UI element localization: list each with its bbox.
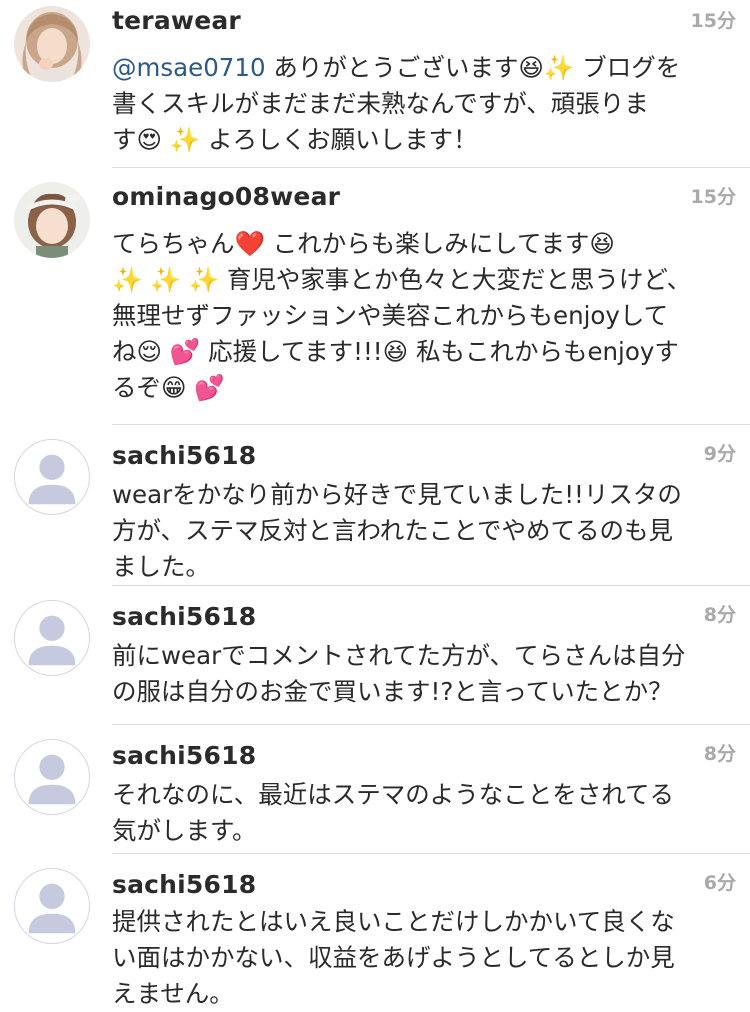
- profile-photo-child-icon: [14, 182, 90, 258]
- comment-line: 提供されたとはいえ良いことだけしかかいて良くな: [112, 907, 675, 936]
- avatar[interactable]: [14, 868, 90, 944]
- comment-item: sachi5618 8分 それなのに、最近はステマのようなことをされてる 気がし…: [0, 725, 750, 853]
- default-avatar-icon: [28, 883, 76, 934]
- avatar[interactable]: [14, 439, 90, 515]
- comment-line: ね😌 💕 応援してます!!!😆 私もこれからもenjoyす: [112, 337, 679, 366]
- comment-username[interactable]: sachi5618: [112, 602, 256, 631]
- user-mention[interactable]: @msae0710: [112, 53, 266, 82]
- comment-line: それなのに、最近はステマのようなことをされてる: [112, 780, 675, 809]
- comment-text: てらちゃん❤️ これからも楽しみにしてます😆 ✨ ✨ ✨ 育児や家事とか色々と大…: [112, 226, 738, 406]
- comment-line: 方が、ステマ反対と言われたことでやめてるのも見: [112, 516, 674, 545]
- avatar[interactable]: [14, 600, 90, 676]
- comment-username[interactable]: terawear: [112, 6, 241, 35]
- comment-item: sachi5618 6分 提供されたとはいえ良いことだけしかかいて良くな い面は…: [0, 854, 750, 1008]
- avatar[interactable]: [14, 6, 90, 82]
- comment-username[interactable]: sachi5618: [112, 870, 256, 899]
- comment-line: るぞ😁 💕: [112, 373, 225, 402]
- comment-text: それなのに、最近はステマのようなことをされてる 気がします。: [112, 777, 738, 849]
- comment-timestamp: 8分: [703, 743, 736, 765]
- comment-line: 気がします。: [112, 816, 257, 845]
- comment-timestamp: 9分: [703, 443, 736, 465]
- comment-text: wearをかなり前から好きで見ていました!!リスタの 方が、ステマ反対と言われた…: [112, 477, 738, 585]
- comment-text: @msae0710 ありがとうございます😆✨ ブログを 書くスキルがまだまだ未熟…: [112, 50, 738, 158]
- comment-text: 提供されたとはいえ良いことだけしかかいて良くな い面はかかない、収益をあげようと…: [112, 904, 738, 1012]
- comment-line: ました。: [112, 552, 210, 581]
- comment-line: 無理せずファッションや美容これからもenjoyして: [112, 301, 669, 330]
- comment-line: てらちゃん❤️ これからも楽しみにしてます😆: [112, 229, 615, 258]
- comment-line: い面はかかない、収益をあげようとしてるとしか見: [112, 943, 675, 972]
- comment-line: 前にwearでコメントされてた方が、てらさんは自分: [112, 641, 686, 670]
- comment-username[interactable]: sachi5618: [112, 741, 256, 770]
- comment-line: ✨ ✨ ✨ 育児や家事とか色々と大変だと思うけど、: [112, 265, 692, 294]
- comment-line: の服は自分のお金で買います!?と言っていたとか？: [112, 677, 673, 706]
- comment-line: @msae0710 ありがとうございます😆✨ ブログを: [112, 53, 681, 82]
- comment-line: えません。: [112, 979, 234, 1008]
- comment-timestamp: 15分: [690, 186, 736, 208]
- comment-timestamp: 8分: [703, 604, 736, 626]
- comment-line: wearをかなり前から好きで見ていました!!リスタの: [112, 480, 682, 509]
- avatar[interactable]: [14, 182, 90, 258]
- default-avatar-icon: [28, 615, 76, 666]
- comment-item: sachi5618 8分 前にwearでコメントされてた方が、てらさんは自分 の…: [0, 586, 750, 724]
- default-avatar-icon: [28, 754, 76, 805]
- comment-item: terawear 15分 @msae0710 ありがとうございます😆✨ ブログを…: [0, 0, 750, 167]
- comment-line: 書くスキルがまだまだ未熟なんですが、頑張りま: [112, 89, 649, 118]
- profile-photo-woman-icon: [14, 6, 90, 82]
- comment-text: 前にwearでコメントされてた方が、てらさんは自分 の服は自分のお金で買います!…: [112, 638, 738, 710]
- avatar[interactable]: [14, 739, 90, 815]
- comment-item: ominago08wear 15分 てらちゃん❤️ これからも楽しみにしてます😆…: [0, 168, 750, 424]
- comment-line: す😍 ✨ よろしくお願いします！: [112, 125, 478, 154]
- comment-username[interactable]: sachi5618: [112, 441, 256, 470]
- comment-timestamp: 15分: [690, 10, 736, 32]
- default-avatar-icon: [28, 454, 76, 505]
- comment-timestamp: 6分: [703, 872, 736, 894]
- comment-username[interactable]: ominago08wear: [112, 182, 340, 211]
- comment-item: sachi5618 9分 wearをかなり前から好きで見ていました!!リスタの …: [0, 425, 750, 585]
